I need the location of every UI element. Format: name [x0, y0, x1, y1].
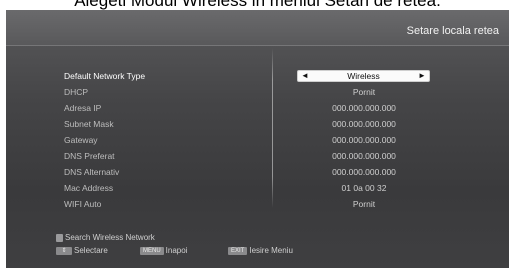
setting-value: Pornit [352, 199, 376, 209]
setting-row-wifi-auto[interactable]: WIFI Auto Pornit [6, 196, 509, 212]
setting-value: 000.000.000.000 [332, 135, 396, 145]
menu-key: MENU [140, 246, 164, 255]
setting-row-mac-address[interactable]: Mac Address 01 0a 00 32 [6, 180, 509, 196]
setting-value: Pornit [352, 87, 376, 97]
setting-label: DHCP [64, 87, 89, 97]
setting-value: 000.000.000.000 [332, 167, 396, 177]
tv-screen: Setare locala retea Default Network Type… [6, 10, 509, 268]
setting-value: 000.000.000.000 [332, 119, 396, 129]
red-key-icon [56, 233, 63, 242]
setting-label: DNS Preferat [64, 151, 115, 161]
setting-label: Default Network Type [64, 71, 146, 81]
setting-row-ip-address[interactable]: Adresa IP 000.000.000.000 [6, 100, 509, 116]
updown-arrow-icon: ⇕ [56, 246, 72, 255]
select-hint[interactable]: ⇕ Selectare [56, 246, 108, 256]
selector-value: Wireless [347, 71, 380, 81]
setting-label: DNS Alternativ [64, 167, 120, 177]
page-title: Setare locala retea [406, 25, 499, 37]
setting-row-network-type[interactable]: Default Network Type ◄ Wireless ► [6, 68, 509, 84]
setting-label: Adresa IP [64, 103, 102, 113]
left-arrow-icon[interactable]: ◄ [298, 71, 312, 81]
search-network-label: Search Wireless Network [65, 233, 155, 242]
setting-label: Mac Address [64, 183, 114, 193]
setting-label: WIFI Auto [64, 199, 102, 209]
back-label: Inapoi [165, 246, 188, 255]
setting-row-dns-alternate[interactable]: DNS Alternativ 000.000.000.000 [6, 164, 509, 180]
footer-search-hint[interactable]: Search Wireless Network [56, 233, 155, 243]
right-arrow-icon[interactable]: ► [415, 71, 429, 81]
exit-label: Iesire Meniu [249, 246, 293, 255]
setting-row-subnet-mask[interactable]: Subnet Mask 000.000.000.000 [6, 116, 509, 132]
setting-row-gateway[interactable]: Gateway 000.000.000.000 [6, 132, 509, 148]
setting-value: 01 0a 00 32 [341, 183, 387, 193]
screen-header: Setare locala retea [6, 10, 509, 46]
setting-label: Gateway [64, 135, 98, 145]
exit-hint[interactable]: EXIT Iesire Meniu [228, 246, 293, 256]
select-label: Selectare [74, 246, 108, 255]
back-hint[interactable]: MENU Inapoi [140, 246, 187, 256]
setting-value: 000.000.000.000 [332, 103, 396, 113]
setting-value: 000.000.000.000 [332, 151, 396, 161]
network-type-selector[interactable]: ◄ Wireless ► [297, 70, 430, 82]
setting-row-dhcp[interactable]: DHCP Pornit [6, 84, 509, 100]
setting-row-dns-preferred[interactable]: DNS Preferat 000.000.000.000 [6, 148, 509, 164]
exit-key: EXIT [228, 246, 248, 255]
setting-label: Subnet Mask [64, 119, 114, 129]
